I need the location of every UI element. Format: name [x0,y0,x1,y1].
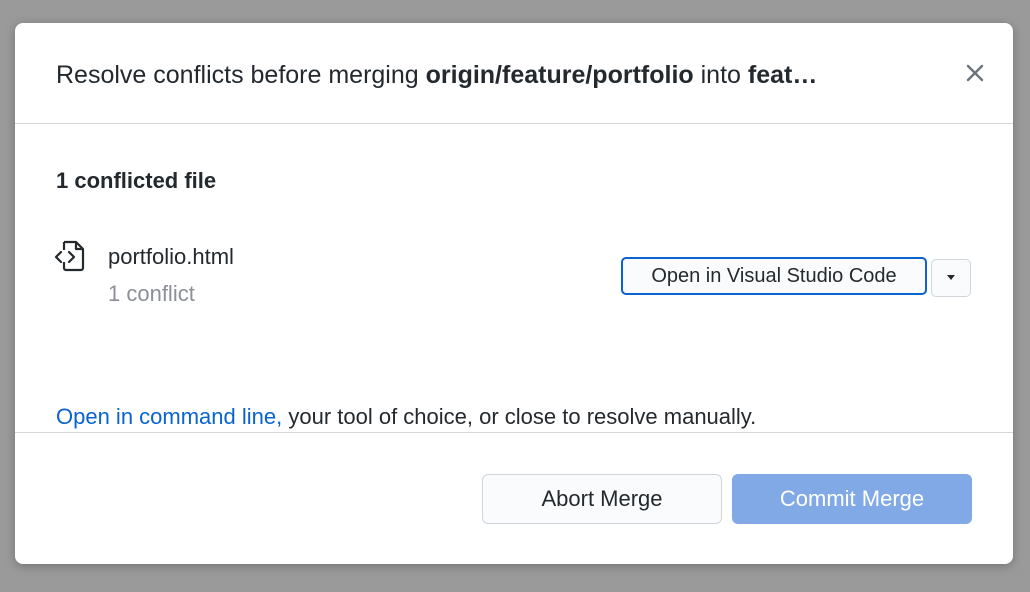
caret-down-icon [947,275,955,280]
editor-dropdown-button[interactable] [931,259,971,297]
title-middle: into [693,61,748,89]
abort-merge-button[interactable]: Abort Merge [482,474,722,524]
conflicted-file-name: portfolio.html [108,244,234,269]
open-in-editor-button[interactable]: Open in Visual Studio Code [621,257,927,295]
dialog-header: Resolve conflicts before merging origin/… [15,23,1013,124]
title-prefix: Resolve conflicts before merging [56,61,426,89]
dialog-body: 1 conflicted file portfolio.html 1 confl… [15,124,1013,433]
target-branch: feat… [747,61,818,89]
conflicted-files-heading: 1 conflicted file [56,168,217,193]
resolve-help-text: Open in command line, your tool of choic… [56,404,756,430]
close-icon [966,64,984,82]
resolve-conflicts-dialog: Resolve conflicts before merging origin/… [15,23,1013,564]
file-code-icon [54,240,85,272]
commit-merge-button[interactable]: Commit Merge [732,474,972,524]
source-branch: origin/feature/portfolio [425,61,694,89]
conflict-count: 1 conflict [108,281,195,306]
dialog-title: Resolve conflicts before merging origin/… [56,59,936,91]
help-text-rest: your tool of choice, or close to resolve… [282,404,757,429]
open-command-line-link[interactable]: Open in command line, [56,404,282,429]
close-button[interactable] [961,59,991,89]
